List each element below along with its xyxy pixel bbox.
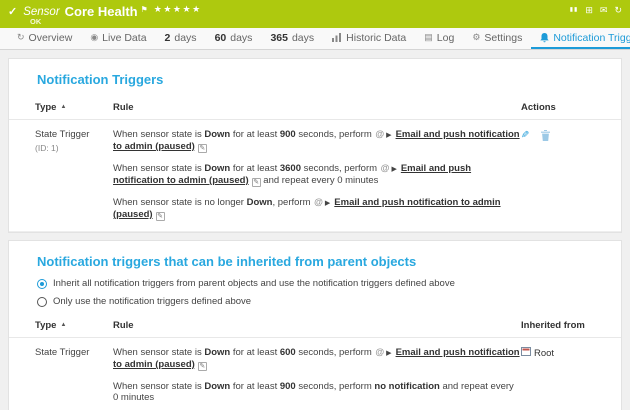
trigger-row: State Trigger (ID: 1) When sensor state … <box>9 120 621 232</box>
at-icon: @ <box>381 163 390 173</box>
column-header-type[interactable]: Type ▲ <box>35 320 113 331</box>
column-header-inherited-from: Inherited from <box>521 320 621 331</box>
tab-label: Overview <box>29 32 73 44</box>
section-title-inherited: Notification triggers that can be inheri… <box>37 254 593 269</box>
tab-days[interactable]: 60days <box>206 28 262 49</box>
status-badge: OK <box>30 17 41 26</box>
historic-data-icon <box>332 33 342 42</box>
tab-days[interactable]: 2days <box>156 28 206 49</box>
sort-asc-icon: ▲ <box>60 322 66 328</box>
edit-icon[interactable]: ✎ <box>252 178 261 187</box>
page-title: Core Health <box>65 4 138 19</box>
play-icon: ▶ <box>325 200 330 207</box>
status-check-icon: ✓ <box>8 5 17 18</box>
trigger-id: (ID: 1) <box>35 143 113 153</box>
tab-days[interactable]: 365 days <box>261 28 323 49</box>
tab-number: 365 <box>270 32 288 44</box>
radio-label: Only use the notification triggers defin… <box>53 296 251 307</box>
tab-notification-triggers[interactable]: Notification Triggers <box>531 28 630 49</box>
table-header: Type ▲ Rule Actions <box>9 96 621 120</box>
panel-inherited-triggers: Notification triggers that can be inheri… <box>8 240 622 410</box>
at-icon: @ <box>375 129 384 139</box>
section-title-notification-triggers: Notification Triggers <box>37 72 593 87</box>
panel-notification-triggers: Notification Triggers Type ▲ Rule Actions… <box>8 58 622 233</box>
tab-live-data[interactable]: ◉ Live Data <box>81 28 155 49</box>
column-header-rule: Rule <box>113 102 521 113</box>
at-icon: @ <box>314 197 323 207</box>
root-group-icon <box>521 347 531 359</box>
pause-icon[interactable]: ▮▮ <box>570 5 579 15</box>
edit-icon[interactable]: ✎ <box>198 362 207 371</box>
delete-trigger-icon[interactable] <box>541 130 550 144</box>
settings-icon: ⚙ <box>472 33 480 42</box>
tab-historic-data[interactable]: Historic Data <box>323 28 415 49</box>
radio-unselected-icon[interactable] <box>37 297 47 307</box>
rule-line: When sensor state is Down for at least 3… <box>113 163 521 187</box>
rule-line: When sensor state is no longer Down, per… <box>113 197 521 221</box>
tab-label: Log <box>437 32 455 44</box>
object-kind-label: Sensor <box>23 6 59 18</box>
radio-option-inherit-all[interactable]: Inherit all notification triggers from p… <box>37 278 621 289</box>
column-label-type: Type <box>35 320 56 331</box>
trigger-type: State Trigger <box>35 347 113 358</box>
trigger-row: State Trigger When sensor state is Down … <box>9 338 621 410</box>
tab-label: days <box>230 32 252 44</box>
priority-stars[interactable]: ★★★★★ <box>154 4 202 15</box>
column-header-type[interactable]: Type ▲ <box>35 102 113 113</box>
email-icon[interactable]: ✉ <box>600 5 608 15</box>
tab-label: Notification Triggers <box>553 32 630 44</box>
radio-selected-icon[interactable] <box>37 279 47 289</box>
inherited-from-link[interactable]: Root <box>534 348 554 359</box>
flag-icon: ⚑ <box>141 5 148 14</box>
column-header-actions: Actions <box>521 102 621 113</box>
log-icon: ▤ <box>424 33 433 42</box>
add-report-icon[interactable]: ⊞ <box>585 5 593 15</box>
tab-overview[interactable]: ↻ Overview <box>8 28 81 49</box>
play-icon: ▶ <box>391 166 396 173</box>
at-icon: @ <box>375 347 384 357</box>
rule-line: When sensor state is Down for at least 6… <box>113 347 521 371</box>
trigger-type: State Trigger <box>35 129 113 140</box>
overview-icon: ↻ <box>17 33 25 42</box>
tab-label: Settings <box>484 32 522 44</box>
play-icon: ▶ <box>386 132 391 139</box>
tab-label: days <box>292 32 314 44</box>
notification-bell-icon <box>540 33 549 43</box>
tab-number: 2 <box>165 32 171 44</box>
rule-line: When sensor state is Down for at least 9… <box>113 381 521 403</box>
sensor-header: ✓ Sensor Core Health ⚑ ★★★★★ OK ▮▮ ⊞ ✉ ↻ <box>0 0 630 28</box>
tab-label: days <box>174 32 196 44</box>
column-header-rule: Rule <box>113 320 521 331</box>
tab-label: Historic Data <box>346 32 406 44</box>
rule-line: When sensor state is Down for at least 9… <box>113 129 521 153</box>
tab-settings[interactable]: ⚙ Settings <box>463 28 531 49</box>
tab-log[interactable]: ▤ Log <box>415 28 463 49</box>
tab-label: Live Data <box>102 32 146 44</box>
sort-asc-icon: ▲ <box>60 104 66 110</box>
tab-bar: ↻Overview◉Live Data2days60days365daysHis… <box>0 28 630 50</box>
main-content: Notification Triggers Type ▲ Rule Actions… <box>0 50 630 410</box>
tab-number: 60 <box>215 32 227 44</box>
edit-icon[interactable]: ✎ <box>156 212 165 221</box>
radio-option-only-defined[interactable]: Only use the notification triggers defin… <box>37 296 621 307</box>
live-data-icon: ◉ <box>90 33 98 42</box>
radio-label: Inherit all notification triggers from p… <box>53 278 455 289</box>
edit-trigger-icon[interactable]: ✎ <box>521 130 529 141</box>
edit-icon[interactable]: ✎ <box>198 144 207 153</box>
column-label-type: Type <box>35 102 56 113</box>
refresh-icon[interactable]: ↻ <box>614 5 622 15</box>
header-toolbar: ▮▮ ⊞ ✉ ↻ <box>570 5 622 15</box>
play-icon: ▶ <box>386 350 391 357</box>
table-header: Type ▲ Rule Inherited from <box>9 314 621 338</box>
